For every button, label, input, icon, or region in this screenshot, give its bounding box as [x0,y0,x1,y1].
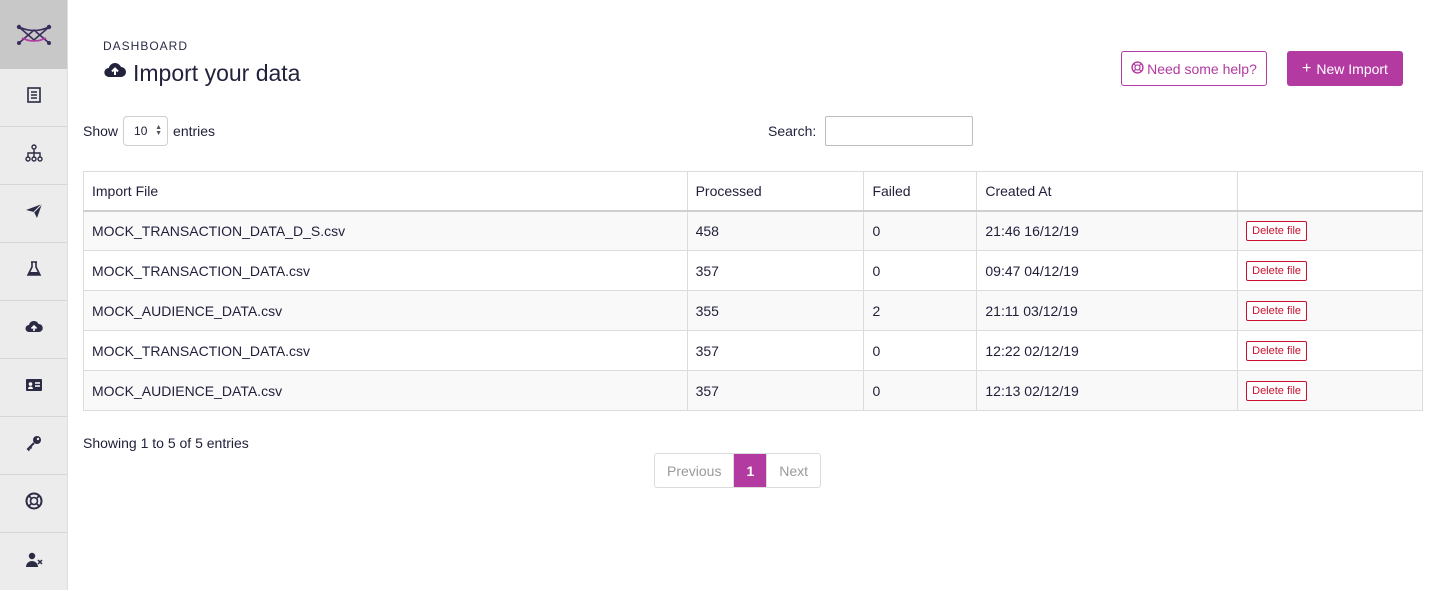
key-icon [25,434,43,457]
main-content: DASHBOARD Import your data Need some hel… [68,0,1432,590]
search-input[interactable] [825,116,974,146]
delete-file-button[interactable]: Delete file [1246,380,1308,401]
cell-created-at: 09:47 04/12/19 [976,250,1239,291]
search-label: Search: [768,123,817,139]
cell-created-at: 21:11 03/12/19 [976,290,1239,331]
network-logo-icon[interactable] [0,0,67,69]
cell-actions: Delete file [1237,250,1423,291]
cloud-upload-icon [103,58,127,88]
sidebar-item-import[interactable] [0,301,67,359]
cell-failed: 0 [863,210,978,251]
cell-import-file: MOCK_TRANSACTION_DATA.csv [83,250,688,291]
plus-icon: + [1302,59,1312,77]
new-import-button[interactable]: + New Import [1287,51,1403,86]
delete-file-button[interactable]: Delete file [1246,260,1308,281]
pagination: Previous 1 Next [654,453,822,488]
column-header-import-file[interactable]: Import File [83,171,688,211]
sidebar-item-campaigns[interactable] [0,185,67,243]
hierarchy-icon [24,144,43,167]
delete-file-button[interactable]: Delete file [1246,300,1308,321]
cell-processed: 357 [686,330,865,371]
cell-processed: 355 [686,290,865,331]
cell-processed: 357 [686,250,865,291]
document-list-icon [25,86,43,109]
new-import-label: New Import [1316,60,1388,77]
search-control: Search: [768,116,974,146]
id-card-icon [25,376,43,399]
next-page-button[interactable]: Next [767,454,820,487]
imports-table: Import File Processed Failed Created At … [83,171,1423,411]
cell-created-at: 12:13 02/12/19 [976,370,1239,411]
select-arrows-icon: ▲ ▼ [155,124,163,137]
column-header-created-at[interactable]: Created At [976,171,1239,211]
user-times-icon [25,551,43,574]
cell-import-file: MOCK_AUDIENCE_DATA.csv [83,290,688,331]
page-title-text: Import your data [133,59,301,86]
cell-failed: 0 [863,370,978,411]
cell-failed: 0 [863,250,978,291]
page-length-control: Show 10 ▲ ▼ entries [83,116,215,146]
table-row: MOCK_TRANSACTION_DATA.csv 357 0 12:22 02… [83,330,1423,371]
lifebuoy-icon [25,492,43,515]
cell-failed: 0 [863,330,978,371]
sidebar-item-experiments[interactable] [0,243,67,301]
entries-label: entries [173,123,216,139]
page-length-select[interactable]: 10 ▲ ▼ [123,116,169,146]
sidebar-item-keys[interactable] [0,417,67,475]
flask-icon [25,260,43,283]
previous-page-button[interactable]: Previous [655,454,733,487]
cell-actions: Delete file [1237,290,1423,331]
sidebar [0,0,68,590]
breadcrumb[interactable]: DASHBOARD [103,39,188,53]
column-header-failed[interactable]: Failed [863,171,978,211]
cell-actions: Delete file [1237,370,1423,411]
column-header-actions [1237,171,1423,211]
sidebar-item-contacts[interactable] [0,359,67,417]
table-row: MOCK_TRANSACTION_DATA.csv 357 0 09:47 04… [83,250,1423,291]
table-row: MOCK_AUDIENCE_DATA.csv 355 2 21:11 03/12… [83,290,1423,331]
delete-file-button[interactable]: Delete file [1246,220,1308,241]
column-header-processed[interactable]: Processed [686,171,865,211]
cell-created-at: 12:22 02/12/19 [976,330,1239,371]
cell-import-file: MOCK_TRANSACTION_DATA_D_S.csv [83,210,688,251]
table-row: MOCK_AUDIENCE_DATA.csv 357 0 12:13 02/12… [83,370,1423,411]
cell-failed: 2 [863,290,978,331]
cell-processed: 357 [686,370,865,411]
sidebar-item-hierarchy[interactable] [0,127,67,185]
table-row: MOCK_TRANSACTION_DATA_D_S.csv 458 0 21:4… [83,210,1423,251]
cell-actions: Delete file [1237,330,1423,371]
lifebuoy-icon [1131,60,1144,77]
show-label: Show [83,123,119,139]
cell-actions: Delete file [1237,210,1423,251]
delete-file-button[interactable]: Delete file [1246,340,1308,361]
cell-processed: 458 [686,210,865,251]
table-info: Showing 1 to 5 of 5 entries [83,435,249,451]
sidebar-item-reports[interactable] [0,69,67,127]
need-help-label: Need some help? [1147,60,1257,77]
cell-import-file: MOCK_AUDIENCE_DATA.csv [83,370,688,411]
table-header-row: Import File Processed Failed Created At [83,171,1423,211]
page-1-button[interactable]: 1 [733,454,768,487]
need-help-button[interactable]: Need some help? [1121,51,1267,86]
page-length-value: 10 [134,124,148,138]
sidebar-item-delete-user[interactable] [0,533,67,591]
sidebar-item-help[interactable] [0,475,67,533]
page-title: Import your data [103,58,300,88]
paper-plane-icon [25,202,43,225]
cell-created-at: 21:46 16/12/19 [976,210,1239,251]
cell-import-file: MOCK_TRANSACTION_DATA.csv [83,330,688,371]
cloud-upload-icon [25,318,43,341]
